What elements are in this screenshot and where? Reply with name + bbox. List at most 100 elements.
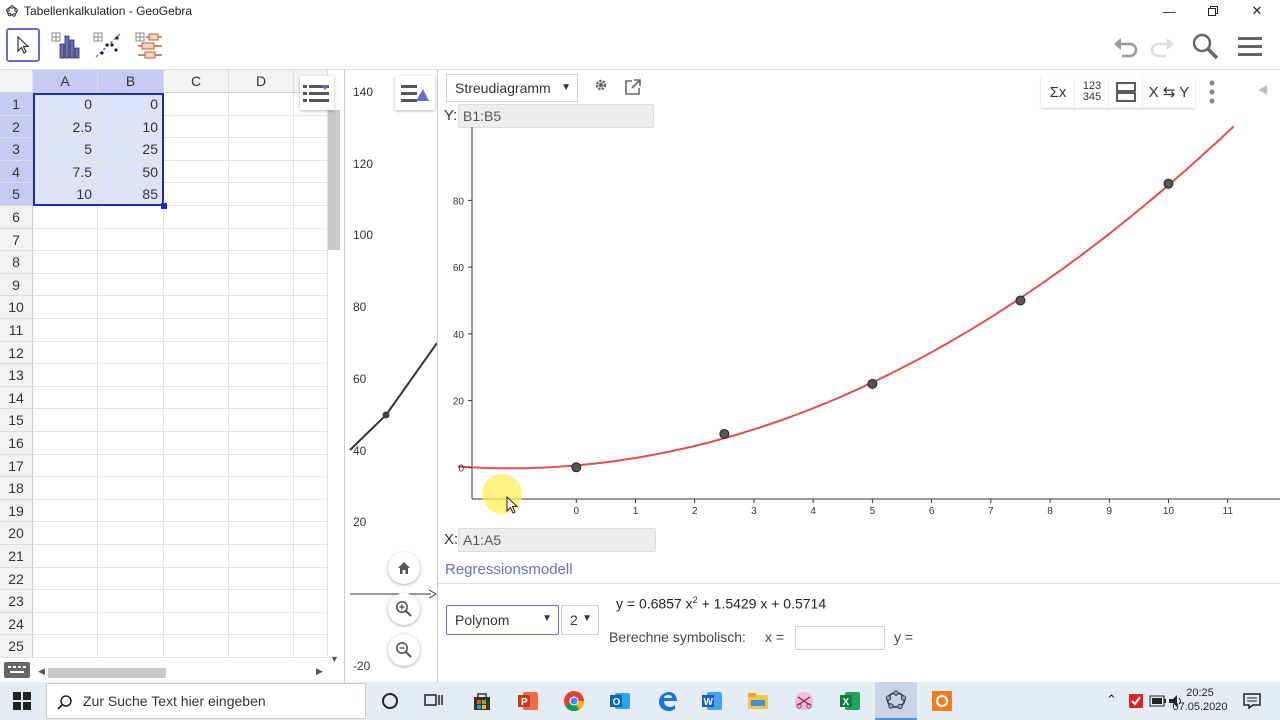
regression-model-dropdown[interactable]: Polynom ▼ [446,605,559,635]
spreadsheet-cell[interactable] [294,612,328,636]
spreadsheet-cell[interactable] [229,386,294,410]
spreadsheet-cell[interactable] [229,93,294,116]
spreadsheet-cell[interactable] [164,612,229,636]
data-point[interactable] [571,462,582,473]
fill-handle[interactable] [161,203,167,209]
spreadsheet-cell[interactable] [98,477,164,500]
spreadsheet-cell[interactable] [164,160,229,184]
spreadsheet-cell[interactable] [229,409,294,432]
spreadsheet-cell[interactable] [229,319,294,342]
spreadsheet-cell[interactable] [294,522,328,545]
spreadsheet-cell[interactable] [33,206,98,229]
spreadsheet-cell[interactable] [294,499,328,523]
spreadsheet-cell[interactable] [98,522,164,545]
row-header[interactable]: 3 [0,138,33,161]
row-header[interactable]: 15 [0,409,33,432]
spreadsheet-cell[interactable] [294,160,328,184]
row-header[interactable]: 11 [0,319,33,342]
row-header[interactable]: 4 [0,160,33,184]
undo-button[interactable] [1110,30,1142,62]
row-header[interactable]: 9 [0,273,33,297]
spreadsheet-cell[interactable] [164,319,229,342]
spreadsheet-cell[interactable] [229,432,294,455]
recording-app-icon[interactable] [930,689,954,713]
spreadsheet-cell[interactable] [229,115,294,139]
spreadsheet-cell[interactable] [229,567,294,591]
restore-icon[interactable] [1190,0,1236,22]
spreadsheet-cell[interactable] [98,386,164,410]
zoom-in-button[interactable] [388,593,420,625]
row-header[interactable]: 16 [0,432,33,455]
chrome-icon[interactable] [562,689,586,713]
spreadsheet-cell[interactable] [98,341,164,365]
spreadsheet-cell[interactable] [33,386,98,410]
spreadsheet-cell[interactable] [33,409,98,432]
spreadsheet-cell[interactable] [98,364,164,387]
spreadsheet-cell[interactable] [229,273,294,297]
cortana-icon[interactable] [378,689,402,713]
edge-icon[interactable] [655,689,679,713]
spreadsheet-cell[interactable] [294,567,328,591]
minimize-icon[interactable]: — [1146,0,1192,22]
spreadsheet-cell[interactable] [294,590,328,613]
spreadsheet-cell[interactable] [98,409,164,432]
spreadsheet-cell[interactable] [164,93,229,116]
spreadsheet-cell[interactable] [294,296,328,319]
spreadsheet-cell[interactable] [98,228,164,252]
zoom-out-button[interactable] [388,634,420,666]
spreadsheet-cell[interactable] [98,635,164,658]
spreadsheet-cell[interactable] [98,612,164,636]
scatter-plot[interactable]: 0 1 2 3 4 5 6 7 8 9 10 11 0 20 40 60 80 [438,70,1280,530]
spreadsheet-cell[interactable] [33,590,98,613]
spreadsheet-cell[interactable] [294,432,328,455]
scroll-right-arrow-icon[interactable]: ▶ [316,666,323,677]
graphics-point[interactable] [382,411,390,419]
spreadsheet-cell[interactable] [98,273,164,297]
regression-model-label[interactable]: Regressionsmodell [445,561,573,578]
data-point[interactable] [719,428,730,439]
main-menu-button[interactable] [1234,30,1266,62]
spreadsheet-cell[interactable] [98,319,164,342]
row-header[interactable]: 24 [0,612,33,636]
spreadsheet-cell[interactable]: 10 [33,183,98,206]
column-header-a[interactable]: A [33,70,98,93]
spreadsheet-cell[interactable] [33,341,98,365]
multiple-variable-analysis-button[interactable] [132,28,166,62]
row-header[interactable]: 19 [0,499,33,523]
spreadsheet-cell[interactable] [98,432,164,455]
antivirus-tray-icon[interactable] [1124,689,1148,713]
spreadsheet-cell[interactable] [164,183,229,206]
row-header[interactable]: 23 [0,590,33,613]
search-button[interactable] [1189,30,1221,62]
data-point[interactable] [867,378,878,389]
spreadsheet-cell[interactable] [98,206,164,229]
spreadsheet-cell[interactable] [164,477,229,500]
spreadsheet-cell[interactable] [164,409,229,432]
close-icon[interactable]: ✕ [1234,0,1280,22]
spreadsheet-cell[interactable]: 10 [98,115,164,139]
spreadsheet-cell[interactable]: 50 [98,160,164,184]
scroll-down-arrow-icon[interactable]: ▼ [330,654,339,664]
row-header[interactable]: 17 [0,454,33,478]
spreadsheet-cell[interactable] [98,454,164,478]
row-header[interactable]: 13 [0,364,33,387]
spreadsheet-cell[interactable] [33,296,98,319]
spreadsheet-cell[interactable] [294,273,328,297]
spreadsheet-cell[interactable] [33,454,98,478]
spreadsheet-cell[interactable] [294,251,328,274]
windows-start-icon[interactable] [10,689,34,713]
row-header[interactable]: 5 [0,183,33,206]
row-header[interactable]: 7 [0,228,33,252]
file-explorer-icon[interactable] [746,689,770,713]
spreadsheet-cell[interactable] [164,228,229,252]
spreadsheet-cell[interactable] [229,251,294,274]
spreadsheet-cell[interactable] [229,454,294,478]
spreadsheet-cell[interactable] [164,567,229,591]
column-header-d[interactable]: D [229,70,294,93]
spreadsheet-cell[interactable] [98,499,164,523]
home-view-button[interactable] [388,552,420,584]
spreadsheet-cell[interactable] [33,477,98,500]
spreadsheet-cell[interactable] [164,432,229,455]
tray-chevron-up-icon[interactable]: ⌃ [1106,692,1117,708]
row-header[interactable]: 25 [0,635,33,658]
